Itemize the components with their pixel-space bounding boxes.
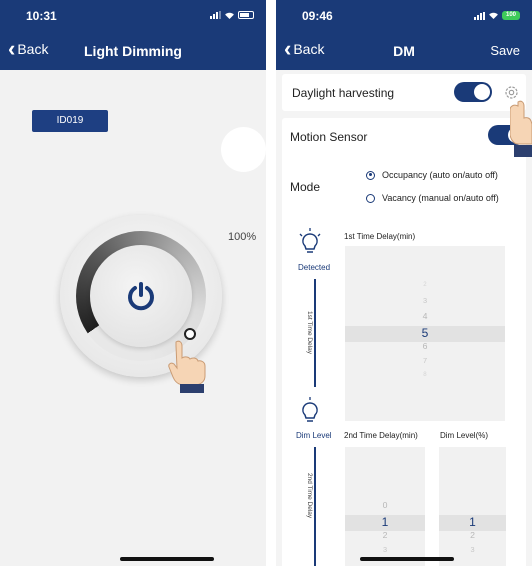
dim-level-header: Dim Level(%) [440, 431, 489, 440]
pointing-hand-icon [510, 100, 532, 157]
daylight-harvesting-label: Daylight harvesting [292, 86, 395, 100]
vacancy-label: Vacancy (manual on/auto off) [382, 193, 499, 203]
second-delay-side-label: 2nd Time Delay [306, 473, 313, 519]
occupancy-label: Occupancy (auto on/auto off) [382, 170, 498, 180]
picker-value[interactable]: 5 [345, 326, 505, 340]
picker-value[interactable]: 3 [345, 296, 505, 305]
toggle-thumb [474, 84, 490, 100]
status-bar: 10:31 [0, 0, 266, 30]
daylight-harvesting-toggle[interactable] [454, 82, 492, 102]
chevron-left-icon: ‹ [284, 36, 292, 61]
picker-value[interactable]: 7 [345, 356, 505, 365]
signal-icon [474, 11, 485, 20]
bulb-detected-icon [299, 228, 321, 253]
color-swatch[interactable] [221, 127, 266, 172]
timeline-line [314, 279, 316, 387]
second-delay-header: 2nd Time Delay(min) [344, 431, 418, 440]
status-time: 09:46 [302, 9, 333, 23]
home-indicator [360, 557, 454, 561]
nav-bar: ‹ Back DM Save [276, 30, 532, 70]
back-label: Back [293, 41, 325, 57]
vacancy-option[interactable]: Vacancy (manual on/auto off) [366, 193, 499, 203]
detected-label: Detected [298, 263, 331, 272]
pointing-hand-icon [168, 340, 206, 393]
signal-icon [210, 11, 221, 19]
device-id-badge[interactable]: ID019 [32, 110, 108, 132]
picker-value[interactable]: 6 [345, 341, 505, 351]
dm-settings-screen: 09:46 100 ‹ Back DM Save Daylight harves… [276, 0, 532, 566]
picker-value[interactable]: 4 [345, 311, 505, 321]
power-icon[interactable] [125, 280, 157, 312]
picker-value[interactable]: 8 [345, 371, 505, 378]
light-dimming-screen: 10:31 ‹ Back Light Dimming ID019 100% [0, 0, 266, 566]
wifi-icon [489, 12, 498, 19]
back-button[interactable]: ‹ Back [8, 36, 49, 61]
back-label: Back [17, 41, 49, 57]
status-time: 10:31 [26, 9, 57, 23]
bulb-dim-icon [302, 397, 318, 422]
picker-value[interactable]: 2 [345, 281, 505, 288]
picker-value[interactable]: 0 [345, 500, 425, 510]
wifi-icon [225, 12, 234, 19]
battery-icon: 100 [502, 11, 520, 20]
gear-icon[interactable] [503, 84, 520, 101]
chevron-left-icon: ‹ [8, 36, 16, 61]
occupancy-option[interactable]: Occupancy (auto on/auto off) [366, 170, 498, 180]
back-button[interactable]: ‹ Back [284, 36, 325, 61]
motion-sensor-card: Motion Sensor Mode Occupancy (auto on/au… [282, 118, 526, 566]
home-indicator [120, 557, 214, 561]
dial-center [90, 245, 192, 347]
first-delay-side-label: 1st Time Delay [306, 311, 313, 354]
status-bar: 09:46 100 [276, 0, 532, 30]
status-icons: 100 [474, 11, 520, 20]
picker-value[interactable]: 1 [345, 515, 425, 529]
battery-icon [238, 11, 254, 19]
mode-label: Mode [290, 180, 321, 194]
dim-level-picker[interactable]: 12 3 [439, 447, 506, 566]
timeline-line [314, 447, 316, 566]
dim-level-side-label: Dim Level [296, 431, 332, 440]
radio-vacancy[interactable] [366, 193, 375, 203]
picker-value[interactable]: 3 [439, 545, 506, 554]
nav-bar: ‹ Back Light Dimming [0, 30, 266, 70]
second-delay-picker[interactable]: 0 12 3 [345, 447, 425, 566]
picker-value[interactable]: 2 [345, 530, 425, 540]
daylight-harvesting-row: Daylight harvesting [282, 74, 526, 111]
picker-value[interactable]: 3 [345, 545, 425, 554]
picker-value[interactable]: 2 [439, 530, 506, 540]
first-delay-picker[interactable]: 2 3 4 56 7 8 [345, 246, 505, 421]
brightness-percent: 100% [228, 231, 257, 243]
radio-occupancy[interactable] [366, 170, 375, 180]
save-button[interactable]: Save [490, 43, 520, 58]
first-delay-header: 1st Time Delay(min) [344, 232, 416, 241]
status-icons [210, 11, 254, 19]
picker-value[interactable]: 1 [439, 515, 506, 529]
motion-sensor-label: Motion Sensor [290, 130, 368, 144]
